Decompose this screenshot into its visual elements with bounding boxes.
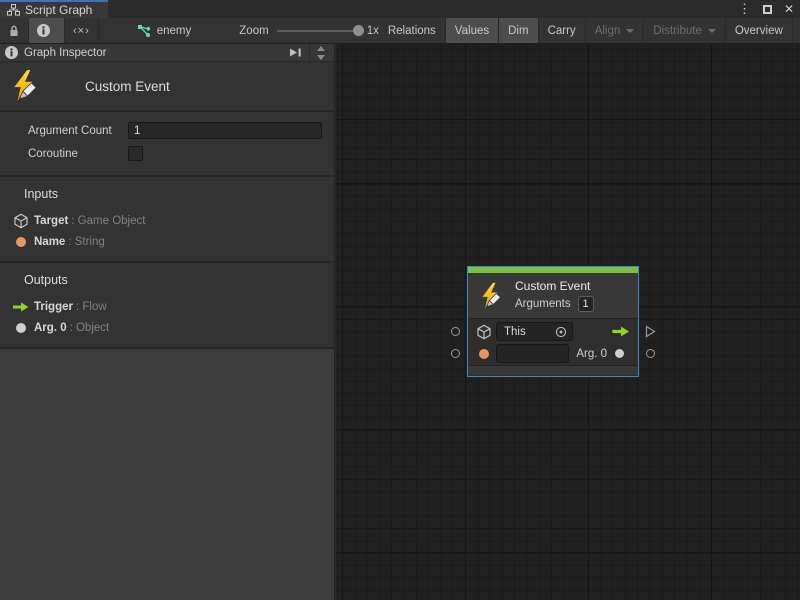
input-type: : String (68, 236, 104, 248)
node-arguments-value[interactable]: 1 (578, 296, 594, 312)
inspector-toggle-button[interactable] (29, 18, 65, 43)
breadcrumb[interactable]: enemy (125, 18, 204, 43)
input-port-target[interactable] (451, 327, 460, 336)
dim-label: Dim (508, 25, 528, 37)
breadcrumb-label: enemy (157, 25, 192, 37)
event-fields: Argument Count Coroutine (0, 112, 334, 177)
target-field-value: This (504, 326, 526, 338)
input-row-target: Target : Game Object (0, 210, 334, 231)
carry-label: Carry (548, 25, 576, 37)
object-port-icon (16, 323, 26, 333)
overview-button[interactable]: Overview (726, 18, 793, 43)
scroll-down-icon[interactable] (317, 55, 325, 60)
argument-count-input[interactable] (128, 122, 322, 139)
node-title: Custom Event (515, 279, 594, 293)
node-footer (468, 365, 638, 375)
values-label: Values (455, 25, 489, 37)
code-view-button[interactable]: ‹×› (65, 18, 99, 43)
output-type: : Flow (76, 301, 107, 313)
node-arguments-label: Arguments (515, 298, 571, 310)
tab-script-graph[interactable]: Script Graph (0, 0, 108, 18)
zoom-slider[interactable] (277, 30, 359, 32)
game-object-icon (13, 213, 29, 229)
dim-button[interactable]: Dim (499, 18, 538, 43)
output-port-arg0[interactable] (646, 349, 655, 358)
tab-title: Script Graph (25, 3, 92, 17)
output-port-trigger[interactable] (645, 325, 656, 343)
output-name: Arg. 0 (34, 322, 67, 334)
align-button: Align (586, 18, 645, 43)
target-field[interactable]: This (496, 322, 573, 341)
titlebar: Script Graph ⋮ ✕ (0, 0, 800, 18)
name-field[interactable] (496, 344, 569, 363)
dropdown-arrow-icon (708, 29, 716, 33)
zoom-slider-handle[interactable] (353, 25, 364, 36)
input-port-name[interactable] (451, 349, 460, 358)
zoom-value: 1x (367, 25, 379, 37)
graph-breadcrumb-icon (137, 24, 151, 38)
custom-event-node[interactable]: Custom Event Arguments 1 This (467, 266, 639, 377)
argument-count-label: Argument Count (28, 125, 128, 137)
distribute-label: Distribute (653, 25, 702, 37)
inputs-section: Inputs Target : Game Object Name : Strin… (0, 177, 334, 263)
custom-event-header: Custom Event (0, 62, 334, 112)
coroutine-label: Coroutine (28, 148, 128, 160)
custom-event-icon (478, 282, 506, 310)
full-screen-button[interactable]: Full Screen (793, 18, 800, 43)
input-name: Name (34, 236, 65, 248)
header-spinner (309, 44, 329, 61)
coroutine-checkbox[interactable] (128, 146, 143, 161)
inspector-title: Graph Inspector (24, 47, 106, 59)
flow-arrow-icon[interactable] (611, 325, 631, 338)
string-port-icon (16, 237, 26, 247)
lock-button[interactable] (0, 18, 29, 43)
graph-canvas[interactable]: Custom Event Arguments 1 This (336, 44, 800, 600)
input-name: Target (34, 215, 68, 227)
inspector-header: Graph Inspector (0, 44, 334, 62)
distribute-button: Distribute (644, 18, 726, 43)
relations-label: Relations (388, 25, 436, 37)
align-label: Align (595, 25, 621, 37)
values-button[interactable]: Values (446, 18, 499, 43)
object-picker-icon[interactable] (554, 325, 568, 339)
maximize-icon[interactable] (763, 5, 772, 14)
input-type: : Game Object (71, 215, 145, 227)
node-header[interactable]: Custom Event Arguments 1 (468, 273, 638, 319)
overview-label: Overview (735, 25, 783, 37)
script-graph-icon (7, 4, 20, 16)
string-port-icon[interactable] (479, 349, 489, 359)
info-icon (37, 24, 50, 37)
output-row-arg0: Arg. 0 : Object (0, 317, 334, 338)
output-row-trigger: Trigger : Flow (0, 296, 334, 317)
lock-icon (8, 24, 20, 38)
code-icon: ‹×› (73, 25, 90, 37)
object-port-icon[interactable] (615, 349, 624, 358)
game-object-icon (476, 324, 492, 340)
outputs-title: Outputs (24, 273, 334, 287)
node-arg0-label: Arg. 0 (576, 348, 607, 360)
zoom-control: Zoom 1x (239, 18, 379, 43)
unity-script-graph-window: Script Graph ⋮ ✕ ‹×› (0, 0, 800, 600)
toolbar: ‹×› enemy Zoom 1x Relations Values (0, 18, 800, 44)
input-row-name: Name : String (0, 231, 334, 252)
flow-arrow-icon (12, 301, 30, 313)
close-icon[interactable]: ✕ (784, 2, 794, 16)
outputs-section: Outputs Trigger : Flow Arg. 0 : Object (0, 263, 334, 349)
graph-inspector-panel: Graph Inspector (0, 44, 335, 600)
relations-button[interactable]: Relations (379, 18, 446, 43)
dock-panel-icon[interactable] (288, 47, 303, 58)
window-menu-icon[interactable]: ⋮ (738, 1, 751, 17)
node-body: This Arg. 0 (468, 319, 638, 365)
zoom-label: Zoom (239, 25, 268, 37)
inputs-title: Inputs (24, 187, 334, 201)
output-name: Trigger (34, 301, 73, 313)
carry-button[interactable]: Carry (539, 18, 586, 43)
info-icon (5, 46, 18, 59)
dropdown-arrow-icon (626, 29, 634, 33)
scroll-up-icon[interactable] (317, 46, 325, 51)
window-controls: ⋮ ✕ (738, 0, 794, 18)
output-type: : Object (70, 322, 110, 334)
custom-event-title: Custom Event (85, 79, 170, 94)
custom-event-icon (9, 69, 43, 103)
